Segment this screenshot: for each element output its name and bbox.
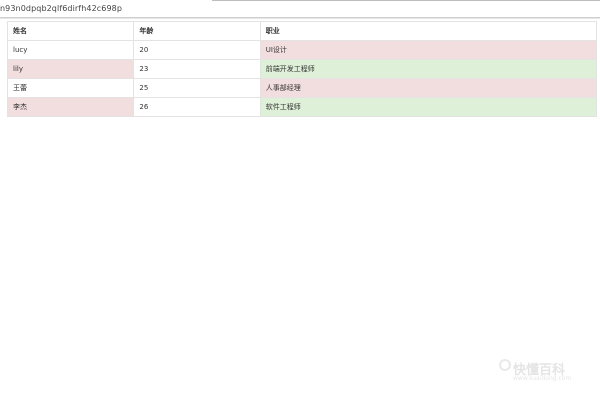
table-row: lucy 20 UI设计	[6, 40, 598, 60]
cell-age: 20	[133, 40, 261, 60]
cell-job: 前端开发工程师	[259, 59, 598, 79]
cell-job: 软件工程师	[259, 97, 598, 117]
table-row: 王蕾 25 人事部经理	[6, 78, 598, 98]
table-header-row: 姓名 年龄 职业	[6, 21, 598, 41]
table-row: 李杰 26 软件工程师	[6, 97, 598, 117]
page: n93n0dpqb2qlf6dirfh42c698p 姓名 年龄 职业 lucy…	[0, 0, 600, 414]
header-job: 职业	[259, 21, 598, 41]
cell-name: 王蕾	[6, 78, 135, 98]
address-bar-text[interactable]: n93n0dpqb2qlf6dirfh42c698p	[0, 4, 122, 14]
cell-job: UI设计	[259, 40, 598, 60]
header-name: 姓名	[6, 21, 135, 41]
browser-top-bar: n93n0dpqb2qlf6dirfh42c698p	[0, 0, 600, 18]
cell-name: 李杰	[6, 97, 135, 117]
tab-strip-line	[212, 0, 600, 1]
cell-age: 23	[133, 59, 261, 79]
header-age: 年龄	[133, 21, 261, 41]
table-row: lily 23 前端开发工程师	[6, 59, 598, 79]
data-table: 姓名 年龄 职业 lucy 20 UI设计 lily 23 前端开发工程师 王蕾…	[6, 21, 598, 117]
cell-name: lily	[6, 59, 135, 79]
watermark: 快懂百科 www.kuaidong.com	[499, 357, 579, 387]
watermark-logo-icon	[499, 359, 511, 371]
cell-name: lucy	[6, 40, 135, 60]
cell-age: 26	[133, 97, 261, 117]
cell-job: 人事部经理	[259, 78, 598, 98]
cell-age: 25	[133, 78, 261, 98]
watermark-subtext: www.kuaidong.com	[513, 375, 572, 382]
divider	[0, 18, 600, 19]
